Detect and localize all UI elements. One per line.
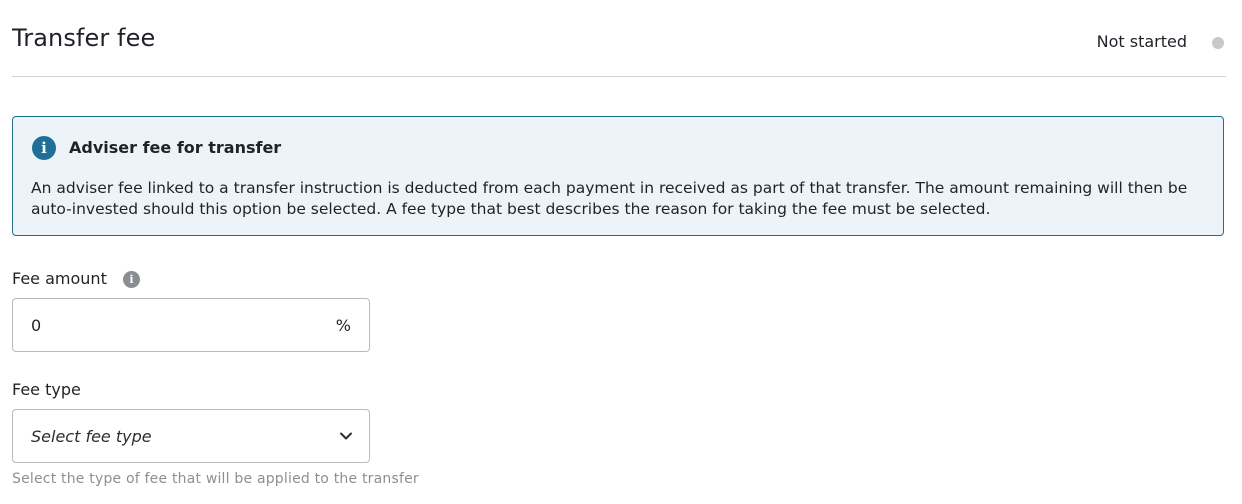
fee-amount-label: Fee amount (12, 269, 107, 288)
fee-type-hint: Select the type of fee that will be appl… (12, 471, 419, 487)
info-callout: i Adviser fee for transfer An adviser fe… (12, 116, 1224, 236)
info-icon: i (32, 136, 56, 160)
page-title: Transfer fee (12, 24, 156, 52)
fee-type-placeholder: Select fee type (31, 427, 152, 446)
percent-suffix: % (335, 316, 351, 335)
fee-amount-input[interactable]: 0 % (12, 298, 370, 352)
fee-type-label: Fee type (12, 380, 81, 399)
fee-type-select[interactable]: Select fee type (12, 409, 370, 463)
fee-amount-info-icon[interactable]: i (123, 271, 140, 288)
chevron-down-icon (340, 432, 352, 440)
status-dot-icon (1212, 37, 1224, 49)
status-label: Not started (1096, 32, 1187, 51)
fee-amount-value[interactable]: 0 (31, 316, 41, 335)
info-callout-body: An adviser fee linked to a transfer inst… (31, 179, 1188, 218)
section-header: Transfer fee Not started (12, 0, 1226, 77)
info-callout-title: Adviser fee for transfer (69, 138, 282, 157)
